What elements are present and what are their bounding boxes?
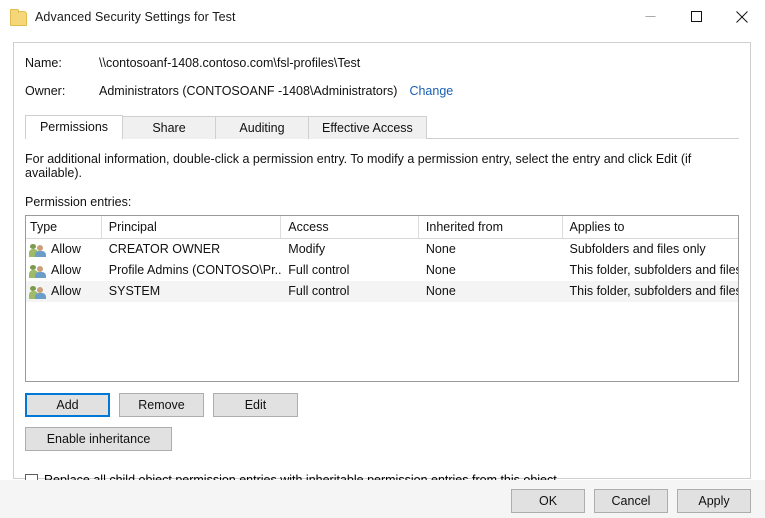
permission-entries-list[interactable]: Type Principal Access Inherited from App… — [25, 215, 739, 382]
window-title: Advanced Security Settings for Test — [35, 10, 236, 24]
minimize-icon[interactable] — [627, 0, 673, 33]
change-owner-link[interactable]: Change — [409, 84, 453, 98]
enable-inheritance-button[interactable]: Enable inheritance — [25, 427, 172, 451]
remove-button[interactable]: Remove — [119, 393, 204, 417]
table-header-row: Type Principal Access Inherited from App… — [26, 216, 738, 239]
table-row[interactable]: Allow Profile Admins (CONTOSO\Pr... Full… — [26, 260, 738, 281]
tab-effective-access[interactable]: Effective Access — [308, 116, 427, 139]
cell-access: Full control — [281, 281, 419, 302]
tab-strip: Permissions Share Auditing Effective Acc… — [25, 115, 739, 139]
name-label: Name: — [14, 56, 99, 70]
cell-inherited-from: None — [419, 260, 563, 281]
window-controls — [627, 0, 765, 33]
dialog-footer: OK Cancel Apply — [0, 480, 765, 518]
table-row[interactable]: Allow CREATOR OWNER Modify None Subfolde… — [26, 239, 738, 260]
cell-principal: CREATOR OWNER — [102, 239, 282, 260]
cell-access: Full control — [281, 260, 419, 281]
cell-access: Modify — [281, 239, 419, 260]
cell-inherited-from: None — [419, 239, 563, 260]
cell-applies-to: Subfolders and files only — [562, 239, 738, 260]
cell-type: Allow — [51, 260, 81, 281]
column-header-access[interactable]: Access — [281, 216, 419, 238]
cell-applies-to: This folder, subfolders and files — [562, 281, 738, 302]
users-group-icon — [30, 243, 46, 257]
column-header-type[interactable]: Type — [26, 216, 102, 238]
main-panel: Name: \\contosoanf-1408.contoso.com\fsl-… — [13, 42, 751, 479]
tab-share[interactable]: Share — [122, 116, 216, 139]
users-group-icon — [30, 285, 46, 299]
owner-row: Owner: Administrators (CONTOSOANF -1408\… — [14, 84, 750, 98]
maximize-icon[interactable] — [673, 0, 719, 33]
table-row[interactable]: Allow SYSTEM Full control None This fold… — [26, 281, 738, 302]
owner-label: Owner: — [14, 84, 99, 98]
tab-permissions[interactable]: Permissions — [25, 115, 123, 139]
users-group-icon — [30, 264, 46, 278]
folder-icon — [9, 8, 27, 26]
cell-principal: Profile Admins (CONTOSO\Pr... — [102, 260, 282, 281]
tab-auditing[interactable]: Auditing — [215, 116, 309, 139]
inheritance-button-row: Enable inheritance — [25, 427, 739, 451]
action-button-row: Add Remove Edit — [25, 393, 739, 417]
cell-principal: SYSTEM — [102, 281, 282, 302]
permission-entries-label: Permission entries: — [25, 195, 739, 209]
cell-applies-to: This folder, subfolders and files — [562, 260, 738, 281]
footer-button-row: OK Cancel Apply — [511, 489, 751, 513]
name-row: Name: \\contosoanf-1408.contoso.com\fsl-… — [14, 56, 750, 70]
cell-type: Allow — [51, 281, 81, 302]
column-header-principal[interactable]: Principal — [102, 216, 282, 238]
close-icon[interactable] — [719, 0, 765, 33]
info-text: For additional information, double-click… — [25, 152, 739, 180]
cell-inherited-from: None — [419, 281, 563, 302]
title-bar: Advanced Security Settings for Test — [0, 0, 765, 33]
add-button[interactable]: Add — [25, 393, 110, 417]
owner-value: Administrators (CONTOSOANF -1408\Adminis… — [99, 84, 397, 98]
cancel-button[interactable]: Cancel — [594, 489, 668, 513]
ok-button[interactable]: OK — [511, 489, 585, 513]
name-value: \\contosoanf-1408.contoso.com\fsl-profil… — [99, 56, 360, 70]
column-header-applies-to[interactable]: Applies to — [563, 216, 739, 238]
column-header-inherited-from[interactable]: Inherited from — [419, 216, 563, 238]
apply-button[interactable]: Apply — [677, 489, 751, 513]
cell-type: Allow — [51, 239, 81, 260]
edit-button[interactable]: Edit — [213, 393, 298, 417]
